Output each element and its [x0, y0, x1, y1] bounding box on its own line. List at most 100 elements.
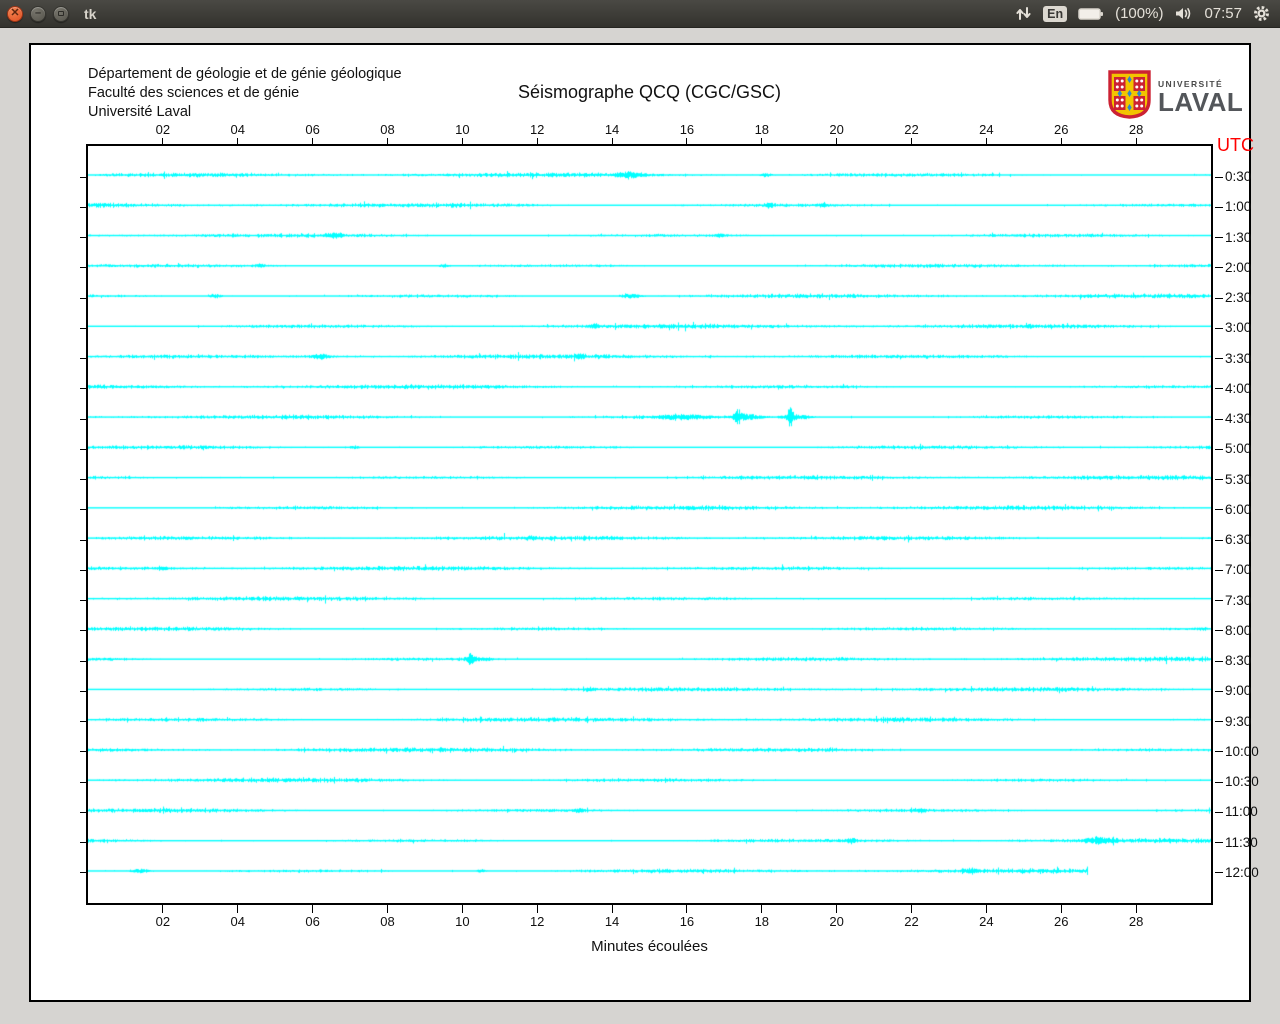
- x-tick-label-top: 28: [1128, 122, 1144, 137]
- session-gear-icon[interactable]: [1253, 5, 1270, 22]
- utc-label: 11:30: [1225, 834, 1258, 850]
- x-tick-bottom: [985, 905, 987, 913]
- row-tick-right: [1215, 327, 1223, 329]
- x-tick-label-top: 14: [604, 122, 620, 137]
- utc-label: 6:30: [1225, 532, 1252, 548]
- x-tick-bottom: [1135, 905, 1137, 913]
- utc-label: 5:00: [1225, 441, 1252, 457]
- x-tick-label-top: 08: [380, 122, 395, 137]
- titlebar[interactable]: ✕ – tk En (100%) 07:57: [0, 0, 1280, 28]
- row-tick-right: [1215, 297, 1223, 299]
- utc-label: 4:30: [1225, 411, 1252, 427]
- row-tick-right: [1215, 690, 1223, 692]
- row-tick-right: [1215, 872, 1223, 874]
- helicorder-traces-canvas: [88, 146, 1211, 903]
- row-tick-right: [1215, 479, 1223, 481]
- row-tick-right: [1215, 237, 1223, 239]
- universite-laval-logo: UNIVERSITÉ LAVAL: [1107, 70, 1243, 124]
- x-tick-label-bottom: 08: [380, 914, 395, 929]
- window-controls: ✕ –: [0, 5, 69, 22]
- row-tick-right: [1215, 388, 1223, 390]
- x-tick-label-bottom: 16: [679, 914, 695, 929]
- utc-label: 3:00: [1225, 320, 1252, 336]
- x-tick-label-top: 26: [1054, 122, 1069, 137]
- row-tick-right: [1215, 176, 1223, 178]
- x-tick-label-top: 06: [305, 122, 320, 137]
- laval-wordmark: UNIVERSITÉ LAVAL: [1158, 79, 1243, 115]
- row-tick-right: [1215, 600, 1223, 602]
- x-tick-label-bottom: 12: [529, 914, 545, 929]
- x-tick-bottom: [237, 905, 239, 913]
- x-tick-label-top: 18: [754, 122, 770, 137]
- laval-wordmark-bottom: LAVAL: [1158, 87, 1244, 117]
- x-tick-bottom: [162, 905, 164, 913]
- utc-label: 11:00: [1225, 804, 1258, 820]
- utc-label: 8:00: [1225, 622, 1252, 638]
- x-tick-bottom: [386, 905, 388, 913]
- utc-label: 1:00: [1225, 199, 1252, 215]
- minimize-button[interactable]: –: [30, 5, 46, 22]
- utc-label: 7:00: [1225, 562, 1252, 578]
- volume-icon[interactable]: [1174, 6, 1193, 21]
- x-tick-bottom: [911, 905, 913, 913]
- row-tick-right: [1215, 781, 1223, 783]
- row-tick-right: [1215, 267, 1223, 269]
- utc-label: 7:30: [1225, 592, 1252, 608]
- x-tick-label-top: 10: [455, 122, 470, 137]
- clock[interactable]: 07:57: [1204, 5, 1242, 22]
- x-tick-bottom: [461, 905, 463, 913]
- row-tick-right: [1215, 721, 1223, 723]
- x-tick-label-bottom: 02: [155, 914, 171, 929]
- x-tick-label-top: 24: [979, 122, 994, 137]
- system-tray: En (100%) 07:57: [1015, 5, 1280, 22]
- utc-label: 8:30: [1225, 653, 1252, 669]
- row-tick-right: [1215, 811, 1223, 813]
- x-tick-label-bottom: 18: [754, 914, 770, 929]
- utc-label: 9:30: [1225, 713, 1252, 729]
- window-title: tk: [84, 5, 97, 22]
- x-tick-label-top: 12: [529, 122, 545, 137]
- x-tick-label-bottom: 04: [230, 914, 245, 929]
- row-tick-right: [1215, 206, 1223, 208]
- seismograph-window: Département de géologie et de génie géol…: [29, 43, 1259, 1002]
- x-tick-bottom: [611, 905, 613, 913]
- desktop: ✕ – tk En (100%) 07:57 Département de gé…: [0, 0, 1280, 1024]
- row-tick-right: [1215, 448, 1223, 450]
- x-tick-label-bottom: 10: [455, 914, 470, 929]
- row-tick-right: [1215, 569, 1223, 571]
- utc-label: 12:00: [1225, 864, 1259, 880]
- row-tick-right: [1215, 358, 1223, 360]
- x-tick-label-bottom: 28: [1128, 914, 1144, 929]
- row-tick-right: [1215, 630, 1223, 632]
- utc-label: 5:30: [1225, 471, 1252, 487]
- row-tick-right: [1215, 418, 1223, 420]
- utc-label: 2:00: [1225, 259, 1252, 275]
- x-tick-label-bottom: 22: [904, 914, 919, 929]
- row-tick-right: [1215, 842, 1223, 844]
- close-button[interactable]: ✕: [7, 5, 23, 22]
- chart-title: Séismographe QCQ (CGC/GSC): [517, 82, 782, 102]
- x-tick-label-bottom: 26: [1054, 914, 1069, 929]
- utc-label: 4:00: [1225, 380, 1252, 396]
- network-arrows-icon[interactable]: [1015, 5, 1032, 22]
- x-tick-bottom: [761, 905, 763, 913]
- battery-percent-label: (100%): [1115, 5, 1164, 22]
- x-tick-bottom: [536, 905, 538, 913]
- utc-label: 1:30: [1225, 229, 1252, 245]
- x-tick-label-top: 20: [829, 122, 844, 137]
- row-tick-right: [1215, 539, 1223, 541]
- x-tick-label-top: 04: [230, 122, 245, 137]
- keyboard-layout-indicator[interactable]: En: [1043, 5, 1068, 22]
- utc-label: 6:00: [1225, 501, 1252, 517]
- utc-axis-header: UTC: [1217, 135, 1254, 155]
- row-tick-right: [1215, 751, 1223, 753]
- x-axis-title: Minutes écoulées: [591, 938, 708, 955]
- row-tick-right: [1215, 660, 1223, 662]
- maximize-button[interactable]: [53, 5, 69, 22]
- x-tick-label-top: 02: [155, 122, 171, 137]
- laval-crest-icon: [1107, 70, 1152, 124]
- battery-icon[interactable]: [1078, 7, 1104, 21]
- x-tick-label-bottom: 14: [604, 914, 620, 929]
- x-tick-bottom: [686, 905, 688, 913]
- x-tick-bottom: [1060, 905, 1062, 913]
